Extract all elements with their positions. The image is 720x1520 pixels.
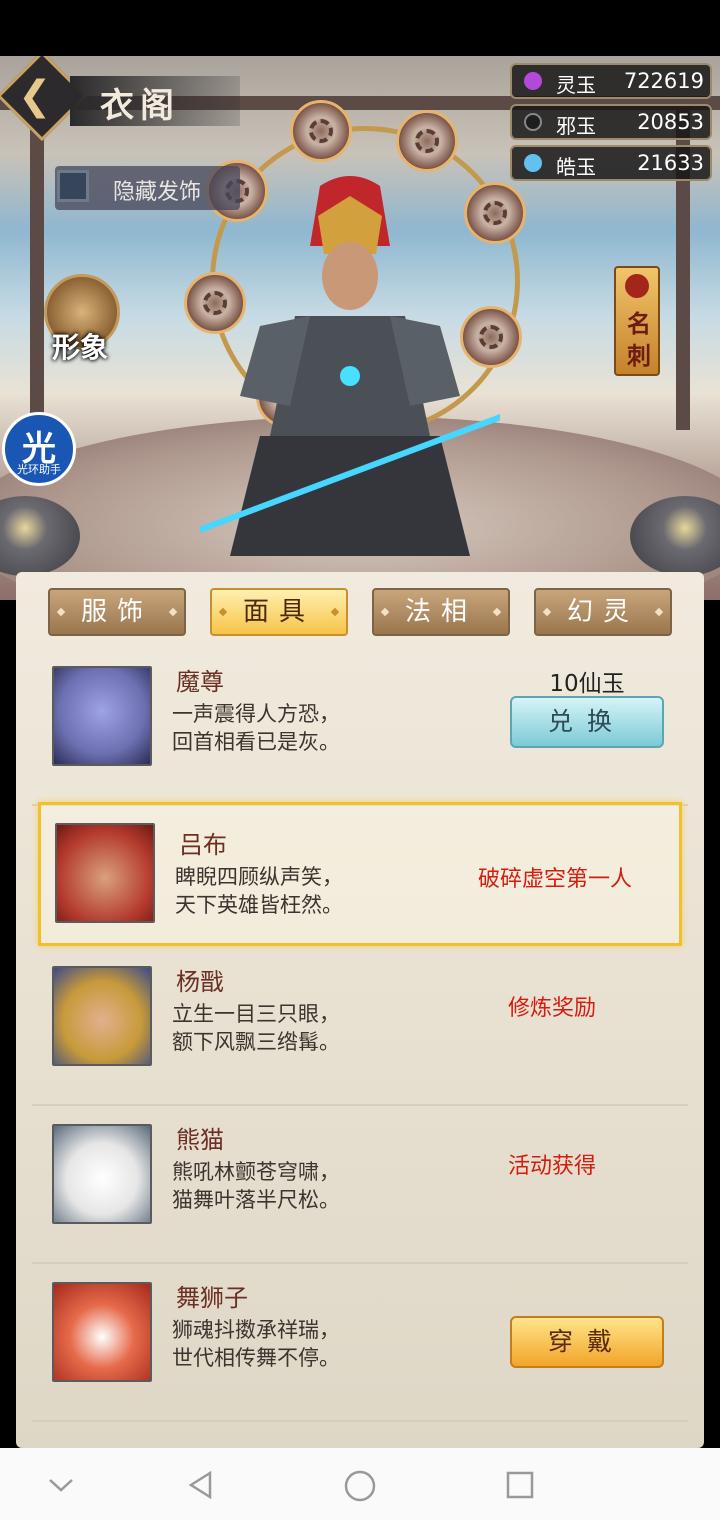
mask-name: 舞狮子 <box>176 1284 248 1312</box>
mask-avatar <box>52 966 152 1066</box>
list-item[interactable]: 魔尊 一声震得人方恐， 回首相看已是灰。 10仙玉 兑换 <box>32 650 688 806</box>
mask-price: 10仙玉 <box>549 671 625 697</box>
helper-badge[interactable]: 光 光环助手 <box>2 412 76 486</box>
mask-description: 立生一目三只眼， 额下风飘三绺髯。 <box>172 1002 340 1054</box>
mask-avatar <box>52 1282 152 1382</box>
system-nav-bar <box>0 1448 720 1520</box>
mask-avatar <box>55 823 155 923</box>
appearance-label[interactable]: 形象 <box>52 326 108 366</box>
character-scene: ❮ 衣阁 隐藏发饰 灵玉 722619 邪玉 20853 皓玉 21633 形象… <box>0 56 720 600</box>
mask-avatar <box>52 666 152 766</box>
tab-clothing[interactable]: 服饰 <box>48 588 186 636</box>
mask-source: 活动获得 <box>507 1154 596 1179</box>
back-arrow-icon[interactable]: ❮ <box>18 76 52 116</box>
name-card-label: 名刺 <box>627 309 651 370</box>
mask-name: 杨戬 <box>176 968 224 996</box>
list-item[interactable]: 熊猫 熊吼林颤苍穹啸， 猫舞叶落半尺松。 活动获得 <box>32 1108 688 1264</box>
resource-haoyu: 皓玉 21633 <box>510 145 712 181</box>
mask-description: 狮魂抖擞承祥瑞， 世代相传舞不停。 <box>172 1318 340 1370</box>
character-model <box>200 176 500 556</box>
name-card-icon <box>625 274 649 298</box>
tab-phantom-spirit[interactable]: 幻灵 <box>534 588 672 636</box>
wear-button[interactable]: 穿戴 <box>510 1316 664 1368</box>
back-triangle-icon[interactable] <box>186 1470 216 1500</box>
mask-avatar <box>52 1124 152 1224</box>
orb-2 <box>396 110 458 172</box>
home-circle-icon[interactable] <box>344 1470 376 1502</box>
left-pillar <box>30 110 44 430</box>
status-bar <box>0 0 720 56</box>
mask-name: 魔尊 <box>176 668 224 696</box>
list-item-selected[interactable]: 吕布 睥睨四顾纵声笑， 天下英雄皆枉然。 破碎虚空第一人 <box>38 802 682 946</box>
mask-name: 吕布 <box>179 831 227 859</box>
mask-description: 睥睨四顾纵声笑， 天下英雄皆枉然。 <box>175 865 343 917</box>
list-item[interactable]: 杨戬 立生一目三只眼， 额下风飘三绺髯。 修炼奖励 <box>32 950 688 1106</box>
mask-name: 熊猫 <box>176 1126 224 1154</box>
resource-value: 722619 <box>623 69 704 93</box>
hide-hair-label: 隐藏发饰 <box>113 180 202 205</box>
exchange-button[interactable]: 兑换 <box>510 696 664 748</box>
resource-lingyu: 灵玉 722619 <box>510 63 712 99</box>
mask-source: 修炼奖励 <box>507 996 596 1021</box>
mask-panel: 服饰 面具 法相 幻灵 魔尊 一声震得人方恐， 回首相看已是灰。 10仙玉 兑换 … <box>16 572 704 1448</box>
tab-dharma-form[interactable]: 法相 <box>372 588 510 636</box>
helper-label: 光环助手 <box>17 463 61 476</box>
page-title: 衣阁 <box>100 86 180 126</box>
resource-value: 21633 <box>637 151 704 175</box>
blue-jade-icon <box>524 154 542 172</box>
mask-description: 一声震得人方恐， 回首相看已是灰。 <box>172 702 340 754</box>
mask-source: 破碎虚空第一人 <box>477 867 632 892</box>
orb-1 <box>290 100 352 162</box>
tab-mask[interactable]: 面具 <box>210 588 348 636</box>
mask-list[interactable]: 魔尊 一声震得人方恐， 回首相看已是灰。 10仙玉 兑换 吕布 睥睨四顾纵声笑，天… <box>32 650 688 1448</box>
resource-name: 邪玉 <box>556 114 596 138</box>
recents-square-icon[interactable] <box>505 1470 535 1500</box>
resource-name: 灵玉 <box>556 73 596 97</box>
name-card-button[interactable]: 名刺 <box>614 266 660 376</box>
chevron-down-icon[interactable] <box>46 1470 76 1500</box>
resource-name: 皓玉 <box>556 155 596 179</box>
purple-orb-icon <box>524 72 542 90</box>
mask-description: 熊吼林颤苍穹啸， 猫舞叶落半尺松。 <box>172 1160 340 1212</box>
resource-value: 20853 <box>637 110 704 134</box>
hide-hair-toggle[interactable]: 隐藏发饰 <box>55 166 240 210</box>
list-item[interactable]: 舞狮子 狮魂抖擞承祥瑞， 世代相传舞不停。 穿戴 <box>32 1266 688 1422</box>
hide-hair-checkbox[interactable] <box>57 170 89 202</box>
resource-xieyu: 邪玉 20853 <box>510 104 712 140</box>
dark-jade-icon <box>524 113 542 131</box>
